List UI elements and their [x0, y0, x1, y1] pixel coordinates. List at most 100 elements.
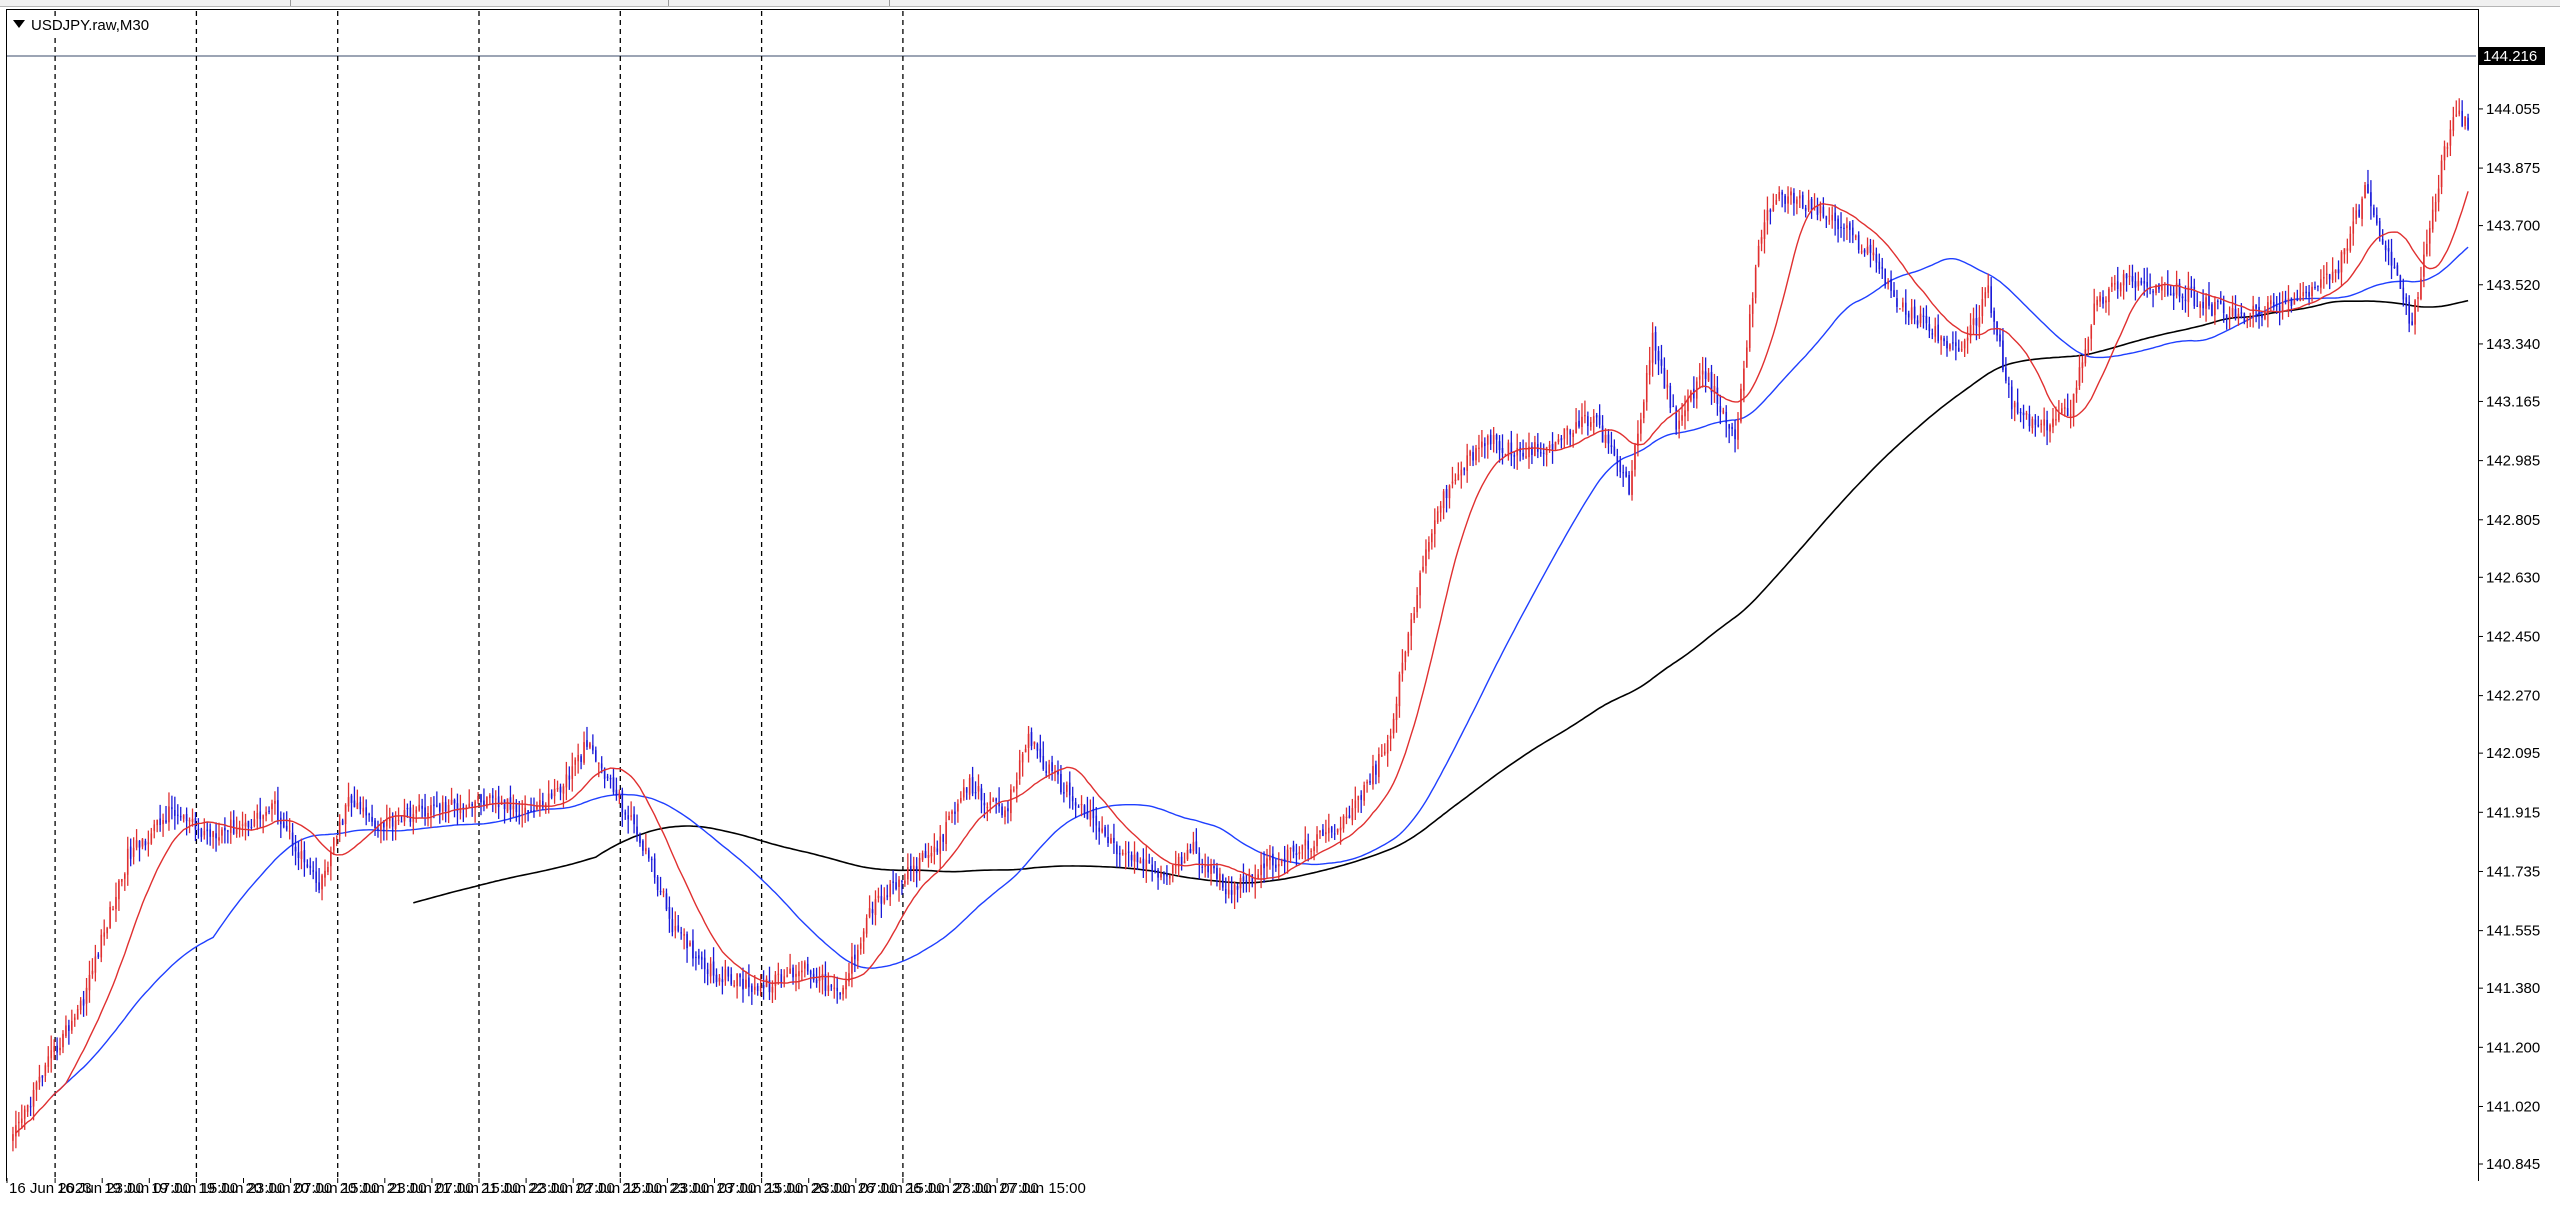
- candle-body: [639, 835, 641, 844]
- candle-body: [1743, 368, 1745, 391]
- candle-body: [1498, 441, 1501, 451]
- candle-body: [1934, 326, 1937, 337]
- candle-body: [2096, 299, 2098, 306]
- price-tick-label: 143.520: [2486, 277, 2540, 294]
- candle-body: [1648, 360, 1651, 375]
- candle-body: [115, 896, 117, 910]
- candle-body: [2202, 301, 2204, 309]
- candle-body: [309, 865, 312, 869]
- candle-body: [2040, 423, 2043, 425]
- candle-body: [147, 842, 150, 845]
- candle-body: [394, 820, 397, 829]
- candle-body: [765, 978, 768, 987]
- candle-body: [571, 766, 574, 779]
- price-tick-label: 141.200: [2486, 1039, 2540, 1056]
- candle-body: [1071, 796, 1074, 802]
- candle-body: [1525, 456, 1527, 458]
- candle-body: [327, 867, 329, 873]
- candle-body: [274, 800, 276, 804]
- candle-body: [1280, 860, 1283, 863]
- candle-body: [671, 919, 674, 933]
- candle-body: [2364, 185, 2366, 199]
- candle-body: [62, 1033, 64, 1048]
- candle-body: [586, 740, 588, 747]
- candle-body: [930, 852, 933, 857]
- candle-body: [2055, 419, 2057, 421]
- candle-body: [1204, 865, 1206, 868]
- candle-body: [636, 826, 638, 835]
- candle-body: [2143, 281, 2146, 284]
- price-tick-label: 142.270: [2486, 688, 2540, 705]
- candle-body: [597, 762, 600, 764]
- candle-body: [954, 811, 956, 814]
- candle-body: [2161, 286, 2163, 291]
- candle-body: [282, 822, 285, 828]
- candle-body: [350, 795, 353, 803]
- candle-body: [391, 817, 394, 827]
- candle-body: [82, 999, 85, 1006]
- candle-body: [2420, 278, 2422, 299]
- candle-body: [2373, 207, 2375, 216]
- candle-body: [415, 809, 418, 814]
- candle-body: [480, 794, 482, 803]
- candle-body: [38, 1076, 41, 1083]
- candle-body: [556, 788, 559, 790]
- candle-body: [1286, 849, 1289, 862]
- candle-body: [132, 847, 135, 857]
- candle-body: [1548, 444, 1551, 448]
- candle-body: [1419, 572, 1421, 596]
- candle-body: [703, 957, 706, 970]
- candle-body: [2102, 297, 2104, 304]
- candle-body: [1039, 748, 1042, 758]
- candle-body: [1545, 447, 1548, 455]
- candle-body: [1121, 852, 1124, 855]
- candle-body: [2426, 243, 2428, 255]
- price-tick-label: 141.555: [2486, 923, 2540, 940]
- price-chart[interactable]: 144.055 143.875 143.700 143.520 143.340 143.1…: [0, 0, 2560, 1205]
- candle-body: [235, 828, 238, 834]
- candle-body: [1489, 434, 1492, 445]
- candle-body: [1195, 841, 1198, 854]
- candle-body: [1672, 405, 1675, 408]
- candle-body: [1840, 226, 1842, 229]
- candle-body: [400, 821, 403, 823]
- candle-body: [1616, 456, 1619, 464]
- candle-body: [59, 1047, 61, 1051]
- candle-body: [1631, 470, 1633, 495]
- candle-body: [2325, 273, 2328, 275]
- candle-body: [2002, 340, 2004, 371]
- candle-body: [1775, 199, 1778, 205]
- candle-body: [804, 962, 806, 969]
- candle-body: [1796, 199, 1798, 204]
- candle-body: [762, 985, 765, 989]
- candle-body: [73, 1017, 76, 1021]
- candle-body: [2381, 239, 2384, 245]
- symbol-label[interactable]: USDJPY.raw,M30: [11, 17, 152, 34]
- candle-body: [321, 875, 323, 890]
- candle-body: [1716, 387, 1719, 404]
- candle-body: [798, 971, 800, 977]
- candle-body: [1784, 195, 1786, 204]
- candle-body: [2243, 313, 2246, 321]
- candle-body: [830, 985, 833, 987]
- candle-body: [1010, 789, 1012, 814]
- candle-body: [1943, 338, 1945, 342]
- candle-body: [1804, 207, 1807, 211]
- candle-body: [1737, 419, 1739, 440]
- candle-body: [118, 880, 120, 900]
- candle-body: [656, 877, 659, 891]
- candle-body: [886, 895, 889, 898]
- candle-body: [1101, 828, 1103, 832]
- candle-body: [1896, 298, 1898, 307]
- candle-body: [550, 793, 553, 798]
- candle-body: [2208, 295, 2210, 306]
- candle-body: [1899, 308, 1901, 310]
- candle-body: [756, 986, 759, 991]
- candle-body: [2069, 414, 2072, 416]
- candle-body: [2137, 280, 2140, 287]
- candle-body: [1092, 809, 1095, 819]
- candle-body: [486, 796, 488, 808]
- candle-body: [2037, 424, 2040, 427]
- candle-body: [2458, 110, 2461, 115]
- collapse-triangle-icon[interactable]: [13, 20, 25, 28]
